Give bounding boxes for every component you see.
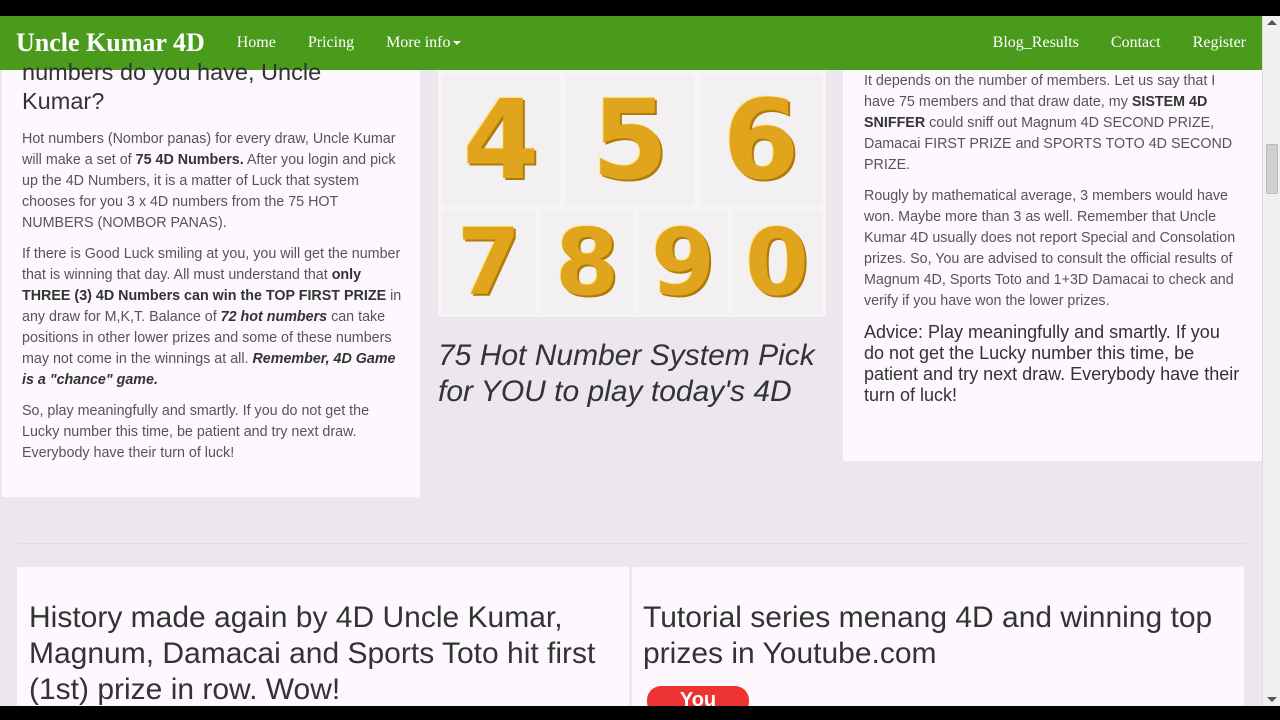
left-paragraph-2: If there is Good Luck smiling at you, yo… [22, 244, 402, 391]
hot-number-caption: 75 Hot Number System Pick for YOU to pla… [438, 339, 815, 408]
bold-text: 75 4D Numbers. [135, 152, 244, 168]
nav-home[interactable]: Home [221, 34, 292, 52]
balloon-digit: 5 [566, 74, 694, 206]
scroll-down-icon[interactable] [1267, 697, 1277, 702]
nav-register[interactable]: Register [1177, 34, 1262, 52]
section-divider [17, 543, 1245, 544]
nav-right-group: Blog_Results Contact Register [977, 34, 1262, 52]
left-panel-text: Hot numbers (Nombor panas) for every dra… [22, 129, 402, 474]
scrollbar[interactable] [1262, 16, 1280, 706]
balloon-digit: 9 [638, 209, 728, 316]
gold-number-balloons-image: 4 5 6 7 8 9 0 [438, 70, 826, 317]
left-paragraph-1: Hot numbers (Nombor panas) for every dra… [22, 129, 402, 234]
balloon-digit: 4 [442, 74, 560, 206]
balloon-digit: 7 [442, 209, 536, 316]
right-panel-text: It depends on the number of members. Let… [864, 71, 1244, 406]
nav-more-info[interactable]: More info [370, 34, 476, 52]
brand-logo[interactable]: Uncle Kumar 4D [16, 28, 205, 58]
scroll-up-icon[interactable] [1267, 20, 1277, 25]
nav-blog-results[interactable]: Blog_Results [977, 34, 1095, 52]
balloon-digit: 6 [700, 74, 822, 206]
window-top-bar [0, 0, 1280, 16]
scroll-thumb[interactable] [1266, 144, 1278, 194]
window-bottom-bar [0, 706, 1280, 720]
tutorial-heading: Tutorial series menang 4D and winning to… [643, 601, 1213, 670]
left-paragraph-3: So, play meaningfully and smartly. If yo… [22, 403, 370, 461]
nav-more-info-label: More info [386, 34, 451, 51]
nav-contact[interactable]: Contact [1095, 34, 1177, 52]
nav-pricing[interactable]: Pricing [292, 34, 370, 52]
balloon-digit: 8 [540, 209, 634, 316]
right-paragraph-1: It depends on the number of members. Let… [864, 71, 1244, 176]
caret-down-icon [452, 41, 461, 46]
left-panel-heading: numbers do you have, Uncle Kumar? [22, 59, 322, 114]
balloon-digit: 0 [732, 209, 822, 316]
advice-text: Advice: Play meaningfully and smartly. I… [864, 322, 1240, 405]
bold-italic-text: 72 hot numbers [220, 309, 328, 325]
history-heading: History made again by 4D Uncle Kumar, Ma… [29, 601, 596, 706]
right-paragraph-2: Rougly by mathematical average, 3 member… [864, 188, 1236, 309]
